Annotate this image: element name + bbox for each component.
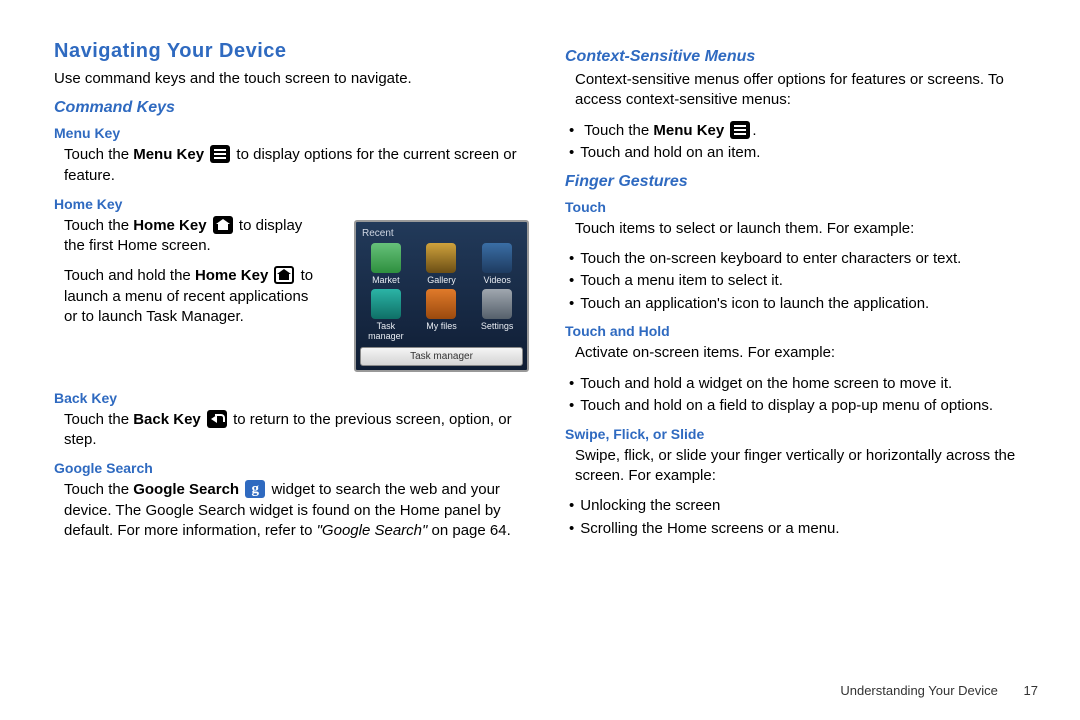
home-key-outline-icon (274, 266, 294, 284)
home-key-icon (213, 216, 233, 234)
heading-swipe: Swipe, Flick, or Slide (565, 426, 1040, 442)
page-footer: Understanding Your Device 17 (840, 683, 1038, 698)
heading-command-keys: Command Keys (54, 99, 529, 117)
list-item: Touch an application's icon to launch th… (569, 294, 1040, 314)
recent-apps-screenshot: Recent MarketGalleryVideosTask managerMy… (354, 220, 529, 372)
footer-section: Understanding Your Device (840, 683, 998, 698)
heading-back-key: Back Key (54, 390, 529, 406)
touch-bullets: Touch the on-screen keyboard to enter ch… (569, 249, 1040, 314)
google-search-text: Touch the Google Search widget to search… (64, 480, 529, 541)
task-manager-button: Task manager (360, 347, 523, 366)
menu-key-icon (730, 121, 750, 139)
context-intro: Context-sensitive menus offer options fo… (575, 70, 1040, 111)
footer-page-number: 17 (1024, 683, 1038, 698)
heading-home-key: Home Key (54, 196, 529, 212)
right-column: Context-Sensitive Menus Context-sensitiv… (565, 40, 1040, 551)
heading-context-menus: Context-Sensitive Menus (565, 48, 1040, 66)
list-item: Touch and hold a widget on the home scre… (569, 374, 1040, 394)
heading-navigating: Navigating Your Device (54, 40, 529, 63)
app-icon: Videos (471, 243, 523, 285)
hold-intro: Activate on-screen items. For example: (575, 343, 1040, 363)
touch-intro: Touch items to select or launch them. Fo… (575, 219, 1040, 239)
heading-touch: Touch (565, 199, 1040, 215)
heading-finger-gestures: Finger Gestures (565, 173, 1040, 191)
context-bullet-2: Touch and hold on an item. (569, 143, 1040, 163)
app-grid: MarketGalleryVideos Task managerMy filesS… (360, 243, 523, 341)
list-item: Touch a menu item to select it. (569, 271, 1040, 291)
hold-bullets: Touch and hold a widget on the home scre… (569, 374, 1040, 416)
swipe-intro: Swipe, flick, or slide your finger verti… (575, 446, 1040, 487)
list-item: Scrolling the Home screens or a menu. (569, 519, 1040, 539)
home-key-text-2: Touch and hold the Home Key to launch a … (64, 266, 314, 327)
intro-text: Use command keys and the touch screen to… (54, 69, 529, 89)
google-icon (245, 480, 265, 498)
back-key-text: Touch the Back Key to return to the prev… (64, 410, 529, 451)
list-item: Touch the on-screen keyboard to enter ch… (569, 249, 1040, 269)
home-key-text-1: Touch the Home Key to display the first … (64, 216, 314, 257)
left-column: Navigating Your Device Use command keys … (54, 40, 529, 551)
heading-menu-key: Menu Key (54, 125, 529, 141)
heading-touch-hold: Touch and Hold (565, 323, 1040, 339)
app-icon: Settings (471, 289, 523, 341)
list-item: Touch and hold on a field to display a p… (569, 396, 1040, 416)
app-icon: Gallery (416, 243, 468, 285)
back-key-icon (207, 410, 227, 428)
menu-key-icon (210, 145, 230, 163)
menu-key-text: Touch the Menu Key to display options fo… (64, 145, 529, 186)
screenshot-title: Recent (360, 226, 523, 243)
app-icon: Task manager (360, 289, 412, 341)
list-item: Unlocking the screen (569, 496, 1040, 516)
page-content: Navigating Your Device Use command keys … (0, 0, 1080, 551)
swipe-bullets: Unlocking the screen Scrolling the Home s… (569, 496, 1040, 538)
context-bullets: Touch the Menu Key . Touch and hold on a… (569, 121, 1040, 163)
app-icon: Market (360, 243, 412, 285)
heading-google-search: Google Search (54, 460, 529, 476)
context-bullet-1: Touch the Menu Key . (569, 121, 1040, 141)
app-icon: My files (416, 289, 468, 341)
